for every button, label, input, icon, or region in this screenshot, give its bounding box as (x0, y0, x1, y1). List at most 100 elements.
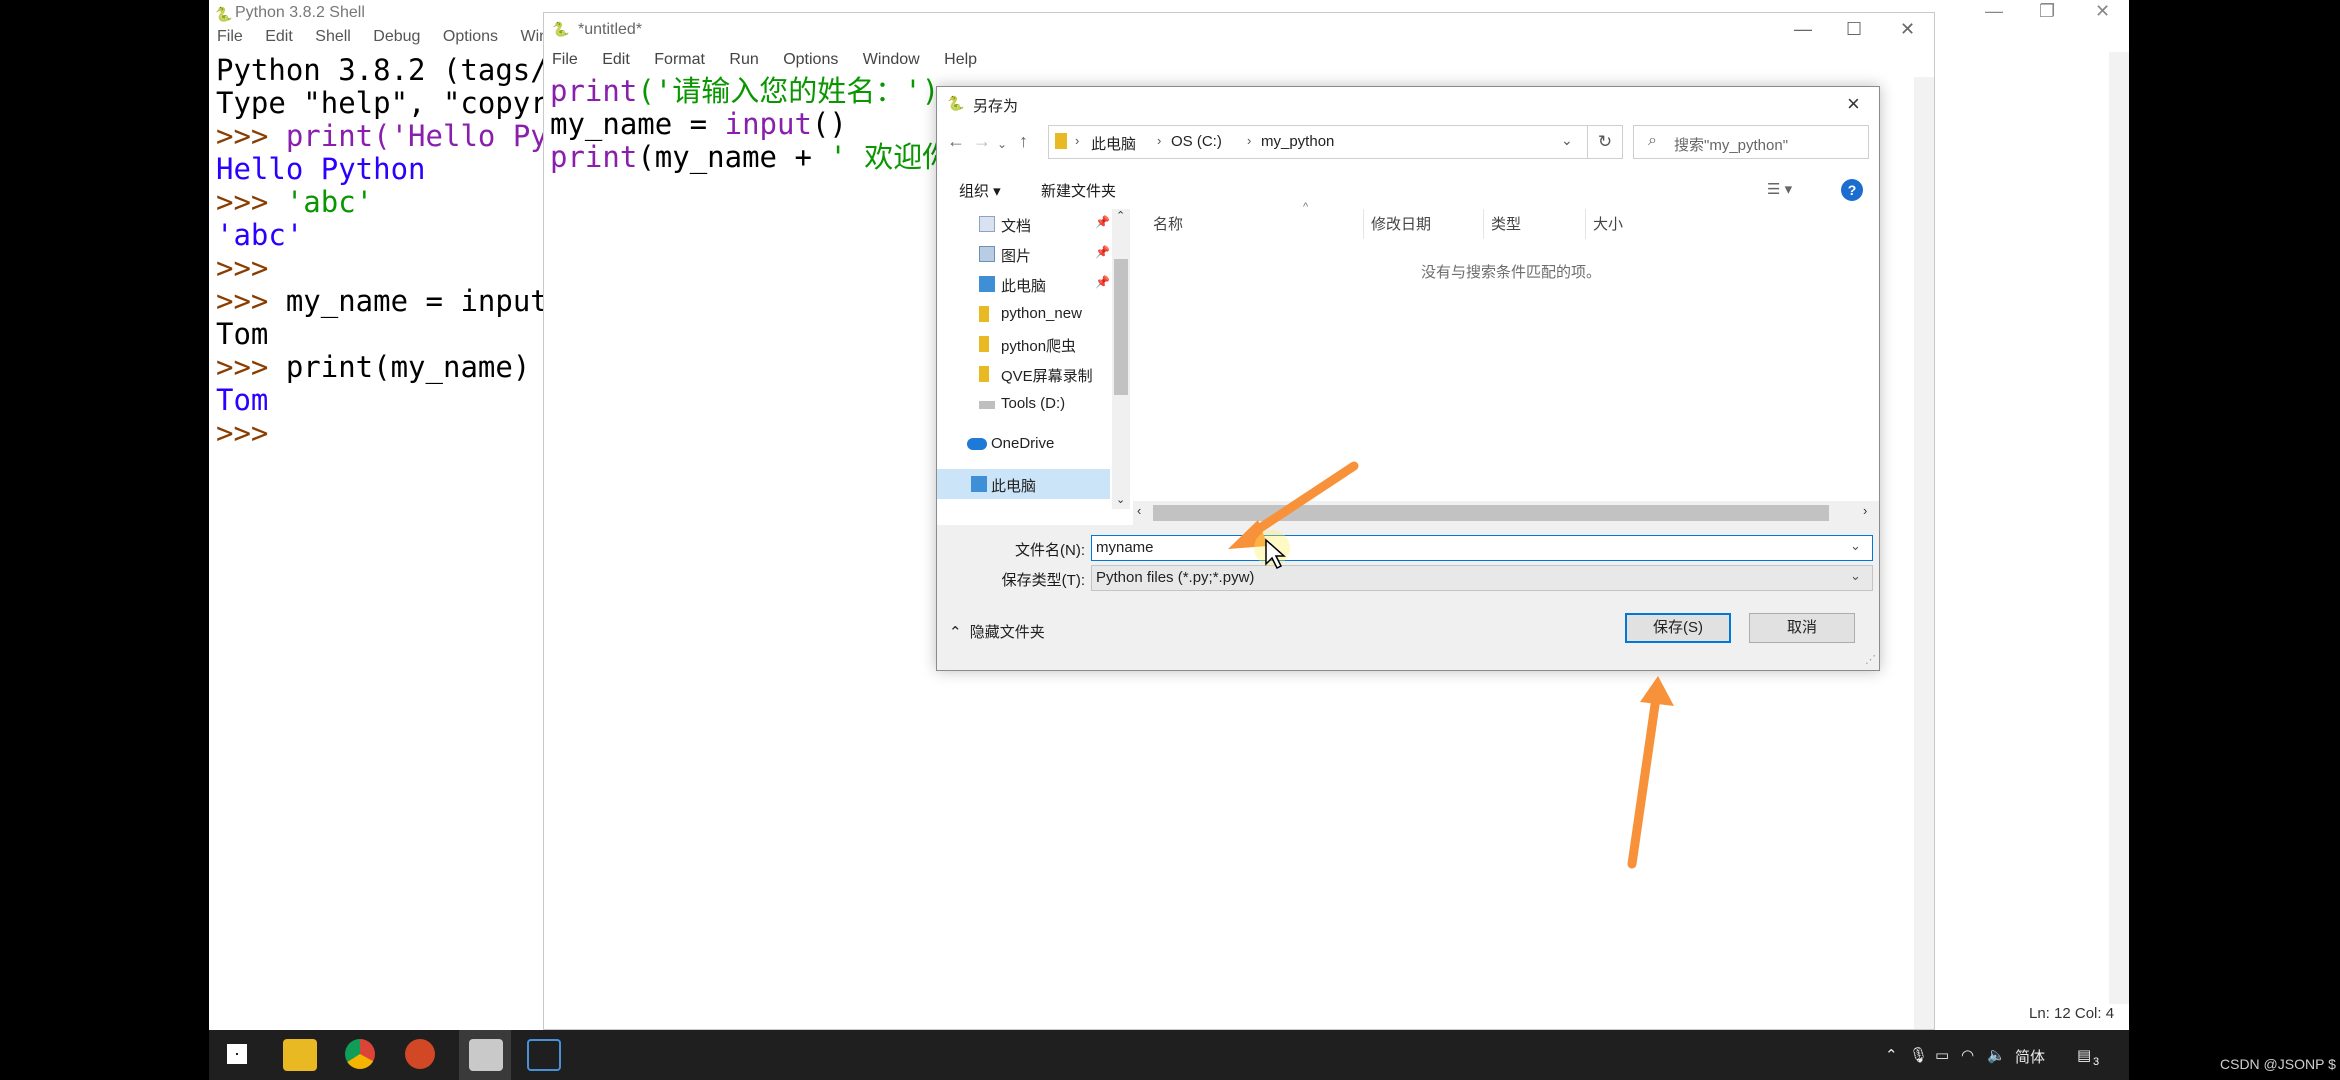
pin-icon: 📌 (1095, 245, 1110, 259)
navigation-scrollbar[interactable]: ⌃ ⌄ (1112, 209, 1130, 509)
close-icon[interactable]: × (1847, 91, 1860, 117)
code-line: print(my_name + ' 欢迎你 (550, 141, 951, 174)
nav-item-qve-recording[interactable]: QVE屏幕录制 (937, 359, 1110, 389)
minimize-icon[interactable]: — (1794, 19, 1812, 40)
save-button[interactable]: 保存(S) (1625, 613, 1731, 643)
editor-titlebar[interactable]: 🐍 *untitled* — ☐ ✕ (544, 13, 1934, 51)
column-header-size[interactable]: 大小 (1593, 213, 1623, 234)
watermark: CSDN @JSONP $ (2220, 1056, 2336, 1072)
nav-item-label: python爬虫 (1001, 338, 1077, 355)
dialog-toolbar: 组织 ▾ 新建文件夹 ☰ ▾ ? (937, 171, 1879, 207)
editor-menu-run[interactable]: Run (721, 51, 758, 69)
organize-button[interactable]: 组织 ▾ (959, 180, 1001, 201)
shell-menu-shell[interactable]: Shell (307, 28, 351, 46)
chevron-up-icon[interactable]: ⌃ (1116, 209, 1125, 222)
editor-menu-format[interactable]: Format (646, 51, 705, 69)
help-icon[interactable]: ? (1841, 179, 1863, 201)
chevron-down-icon[interactable]: ⌄ (1850, 538, 1861, 554)
breadcrumb-this-pc[interactable]: 此电脑 (1091, 133, 1136, 154)
filename-field[interactable]: myname ⌄ (1091, 535, 1873, 561)
recent-locations-icon[interactable]: ⌄ (997, 137, 1007, 151)
shell-line: Python 3.8.2 (tags/ (216, 53, 548, 87)
nav-item-tools-drive[interactable]: Tools (D:) (937, 389, 1110, 419)
nav-item-documents[interactable]: 文档 📌 (937, 209, 1110, 239)
chrome-icon[interactable] (345, 1039, 375, 1069)
close-icon[interactable]: ✕ (1900, 19, 1915, 40)
scrollbar-thumb[interactable] (1153, 505, 1829, 521)
notification-icon[interactable]: ▤ (2077, 1046, 2091, 1064)
shell-prompt: >>> (216, 251, 269, 285)
shell-menu-debug[interactable]: Debug (365, 28, 420, 46)
notification-count: 3 (2093, 1056, 2100, 1068)
nav-item-pictures[interactable]: 图片 📌 (937, 239, 1110, 269)
search-box[interactable]: ⌕ 搜索"my_python" (1633, 125, 1869, 159)
microphone-icon[interactable]: 🎙 (1909, 1046, 1928, 1064)
chevron-down-icon[interactable]: ⌄ (1850, 568, 1861, 584)
view-options-icon[interactable]: ☰ ▾ (1767, 180, 1792, 198)
volume-icon[interactable]: 🔈 (1987, 1046, 2006, 1064)
minimize-icon[interactable]: — (1985, 1, 2003, 22)
shell-line: >>> print(my_name) (216, 351, 530, 384)
editor-menu-options[interactable]: Options (775, 51, 838, 69)
editor-menu-edit[interactable]: Edit (594, 51, 630, 69)
powerpoint-icon[interactable] (405, 1039, 435, 1069)
column-header-type[interactable]: 类型 (1491, 213, 1521, 234)
refresh-button[interactable]: ↻ (1587, 125, 1623, 159)
chevron-right-icon[interactable]: › (1863, 503, 1867, 518)
back-arrow-icon[interactable]: ← (947, 131, 965, 152)
battery-icon[interactable]: ▭ (1935, 1046, 1949, 1064)
shell-prompt: >>> (216, 119, 286, 153)
resize-grip-icon[interactable]: ⋰ (1865, 653, 1876, 666)
code-area[interactable]: print('请输入您的姓名：') my_name = input() prin… (550, 75, 951, 174)
shell-menu-options[interactable]: Options (435, 28, 498, 46)
column-header-name[interactable]: 名称 (1153, 213, 1183, 234)
column-divider (1585, 209, 1586, 239)
screen-recorder-icon[interactable] (527, 1039, 561, 1071)
shell-status: Ln: 12 Col: 4 (2029, 1005, 2115, 1022)
editor-menubar: File Edit Format Run Options Window Help (544, 51, 989, 75)
file-list[interactable]: ^ 名称 修改日期 类型 大小 没有与搜索条件匹配的项。 (1133, 201, 1879, 507)
python-icon: 🐍 (215, 6, 233, 22)
close-icon[interactable]: ✕ (2095, 1, 2110, 22)
editor-menu-help[interactable]: Help (936, 51, 977, 69)
cancel-button[interactable]: 取消 (1749, 613, 1855, 643)
shell-scrollbar[interactable] (2109, 52, 2129, 1004)
refresh-icon: ↻ (1597, 132, 1613, 151)
address-bar[interactable]: › 此电脑 › OS (C:) › my_python ⌄ (1048, 125, 1588, 159)
nav-item-python-new[interactable]: python_new (937, 299, 1110, 329)
nav-item-this-pc[interactable]: 此电脑 📌 (937, 269, 1110, 299)
shell-menu-edit[interactable]: Edit (257, 28, 293, 46)
nav-item-python-crawler[interactable]: python爬虫 (937, 329, 1110, 359)
breadcrumb-drive[interactable]: OS (C:) (1171, 133, 1222, 150)
file-explorer-icon[interactable] (283, 1039, 317, 1071)
windows-start-icon[interactable] (227, 1044, 247, 1064)
chevron-down-icon[interactable]: ⌄ (1116, 493, 1125, 506)
chevron-down-icon[interactable]: ⌄ (1561, 132, 1573, 149)
filetype-select[interactable]: Python files (*.py;*.pyw) ⌄ (1091, 565, 1873, 591)
editor-scrollbar[interactable] (1914, 77, 1934, 1029)
breadcrumb-separator: › (1157, 133, 1162, 148)
hide-folders-toggle[interactable]: ⌃ 隐藏文件夹 (949, 621, 1045, 642)
search-icon: ⌕ (1648, 132, 1657, 149)
restore-icon[interactable]: ❐ (2039, 1, 2055, 22)
up-arrow-icon[interactable]: ↑ (1019, 131, 1028, 152)
nav-item-onedrive[interactable]: OneDrive (937, 429, 1110, 459)
editor-menu-window[interactable]: Window (855, 51, 920, 69)
horizontal-scrollbar[interactable]: ‹ › (1133, 501, 1879, 525)
dialog-titlebar[interactable]: 🐍 另存为 × (937, 87, 1879, 121)
shell-input: 'abc' (285, 185, 374, 219)
scrollbar-thumb[interactable] (1114, 259, 1128, 395)
chevron-up-icon[interactable]: ⌃ (1885, 1046, 1898, 1064)
breadcrumb-folder[interactable]: my_python (1261, 133, 1334, 150)
chevron-left-icon[interactable]: ‹ (1137, 503, 1141, 518)
maximize-icon[interactable]: ☐ (1846, 19, 1862, 40)
forward-arrow-icon[interactable]: → (973, 131, 991, 152)
wifi-icon[interactable]: ◠ (1961, 1046, 1974, 1064)
ime-indicator[interactable]: 简体 (2015, 1046, 2045, 1067)
shell-menu-file[interactable]: File (209, 28, 243, 46)
new-folder-button[interactable]: 新建文件夹 (1041, 180, 1116, 201)
python-idle-icon[interactable] (469, 1039, 503, 1071)
column-header-date[interactable]: 修改日期 (1371, 213, 1431, 234)
nav-item-this-pc-selected[interactable]: 此电脑 (937, 469, 1110, 499)
editor-menu-file[interactable]: File (544, 51, 578, 69)
